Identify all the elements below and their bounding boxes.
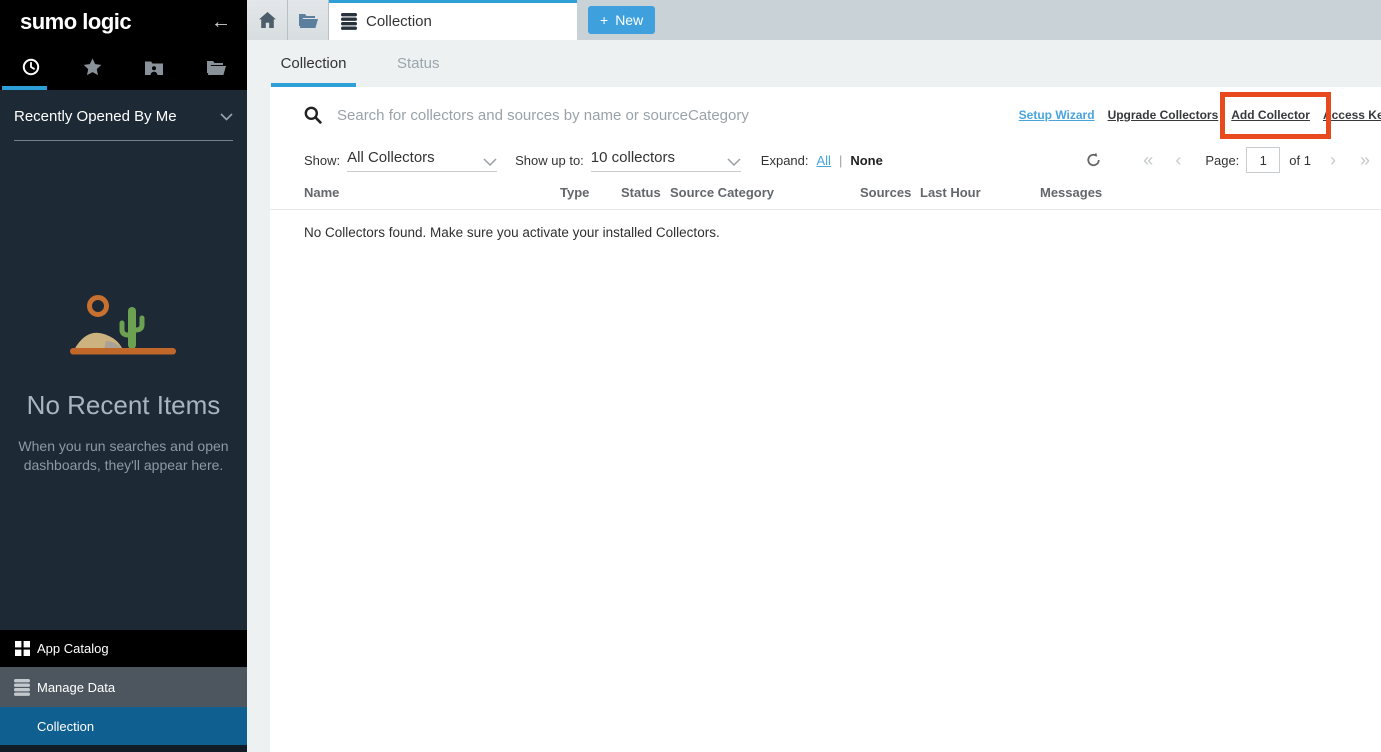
column-header-name[interactable]: Name <box>304 185 560 200</box>
library-button[interactable] <box>288 0 329 40</box>
sidebar-header: sumo logic ← <box>0 0 247 90</box>
sumo-logic-logo: sumo logic <box>20 9 131 35</box>
expand-divider: | <box>839 153 842 168</box>
show-up-to-value: 10 collectors <box>591 149 675 166</box>
recent-selector-label: Recently Opened By Me <box>14 108 177 125</box>
chevron-down-icon <box>483 158 497 166</box>
plus-icon: + <box>600 12 608 28</box>
empty-collectors-message: No Collectors found. Make sure you activ… <box>270 210 1381 240</box>
column-header-sources[interactable]: Sources <box>860 185 920 200</box>
page-number-input[interactable] <box>1246 147 1280 173</box>
folder-icon <box>299 13 318 28</box>
filter-row: Show: All Collectors Show up to: 10 coll… <box>270 143 1381 177</box>
refresh-icon[interactable] <box>1086 152 1101 168</box>
top-tab-bar: Collection + New <box>247 0 1381 40</box>
page-tab-collection[interactable]: Collection <box>271 40 356 87</box>
search-row: Setup Wizard Upgrade Collectors Add Coll… <box>270 87 1381 143</box>
home-button[interactable] <box>247 0 288 40</box>
collection-label: Collection <box>37 719 94 734</box>
sidebar-bottom-strip <box>0 745 247 752</box>
upgrade-collectors-link[interactable]: Upgrade Collectors <box>1108 108 1219 122</box>
manage-data-label: Manage Data <box>37 680 115 695</box>
sidebar-nav-icons <box>0 44 247 90</box>
sidebar-item-app-catalog[interactable]: App Catalog <box>0 630 247 667</box>
active-nav-indicator <box>2 86 47 90</box>
database-icon <box>341 13 357 30</box>
column-header-last-hour[interactable]: Last Hour <box>920 185 1040 200</box>
sidebar-item-manage-data[interactable]: Manage Data <box>0 667 247 707</box>
favorites-icon[interactable] <box>62 44 124 90</box>
home-icon <box>259 12 276 28</box>
show-dropdown-value: All Collectors <box>347 149 435 166</box>
tab-collection[interactable]: Collection <box>329 0 577 40</box>
sidebar: sumo logic ← Recently Opened <box>0 0 247 752</box>
recent-items-selector[interactable]: Recently Opened By Me <box>14 108 233 141</box>
pagination: « ‹ Page: of 1 › » <box>1086 143 1370 177</box>
expand-label: Expand: <box>761 153 809 168</box>
column-header-source-category[interactable]: Source Category <box>670 185 860 200</box>
no-recent-items-description: When you run searches and open dashboard… <box>16 437 231 475</box>
expand-none-link[interactable]: None <box>850 153 883 168</box>
new-button-label: New <box>615 12 643 28</box>
sidebar-bottom-menu: App Catalog Manage Data Collection <box>0 630 247 752</box>
new-button[interactable]: + New <box>588 6 655 34</box>
expand-all-link[interactable]: All <box>817 153 831 168</box>
column-header-status[interactable]: Status <box>621 185 670 200</box>
shared-content-icon[interactable] <box>124 44 186 90</box>
page-tab-status[interactable]: Status <box>387 40 450 87</box>
search-input[interactable] <box>335 106 859 125</box>
page-tabs: Collection Status <box>247 40 1381 87</box>
library-icon[interactable] <box>185 44 247 90</box>
desert-illustration <box>68 293 180 359</box>
no-recent-items-title: No Recent Items <box>0 390 247 421</box>
show-dropdown[interactable]: All Collectors <box>347 149 497 172</box>
sidebar-item-collection[interactable]: Collection <box>0 707 247 745</box>
collector-action-links: Setup Wizard Upgrade Collectors Add Coll… <box>1019 108 1381 122</box>
page-label: Page: <box>1205 153 1239 168</box>
collapse-sidebar-icon[interactable]: ← <box>211 11 231 34</box>
column-header-type[interactable]: Type <box>560 185 621 200</box>
add-collector-link[interactable]: Add Collector <box>1231 108 1310 122</box>
search-icon <box>304 106 322 124</box>
collectors-table-header: Name Type Status Source Category Sources… <box>270 185 1381 210</box>
show-up-to-dropdown[interactable]: 10 collectors <box>591 149 741 172</box>
main-area: Collection + New Collection Status Setup… <box>247 0 1381 752</box>
prev-page-button[interactable]: ‹ <box>1175 151 1181 169</box>
app-catalog-label: App Catalog <box>37 641 109 656</box>
database-icon <box>14 679 30 696</box>
next-page-button[interactable]: › <box>1330 151 1336 169</box>
access-keys-link[interactable]: Access Keys <box>1323 108 1381 122</box>
show-up-to-label: Show up to: <box>515 153 584 168</box>
chevron-down-icon <box>727 158 741 166</box>
tab-collection-label: Collection <box>366 13 432 30</box>
show-label: Show: <box>304 153 340 168</box>
first-page-button[interactable]: « <box>1143 151 1153 169</box>
grid-icon <box>14 641 30 656</box>
app-window: sumo logic ← Recently Opened <box>0 0 1381 752</box>
column-header-messages[interactable]: Messages <box>1040 185 1102 200</box>
chevron-down-icon <box>220 113 233 121</box>
last-page-button[interactable]: » <box>1360 151 1370 169</box>
recents-icon[interactable] <box>0 44 62 90</box>
page-of-label: of 1 <box>1289 153 1311 168</box>
setup-wizard-link[interactable]: Setup Wizard <box>1019 108 1095 122</box>
sidebar-empty-state: No Recent Items When you run searches an… <box>0 293 247 475</box>
collection-panel: Setup Wizard Upgrade Collectors Add Coll… <box>270 87 1381 752</box>
